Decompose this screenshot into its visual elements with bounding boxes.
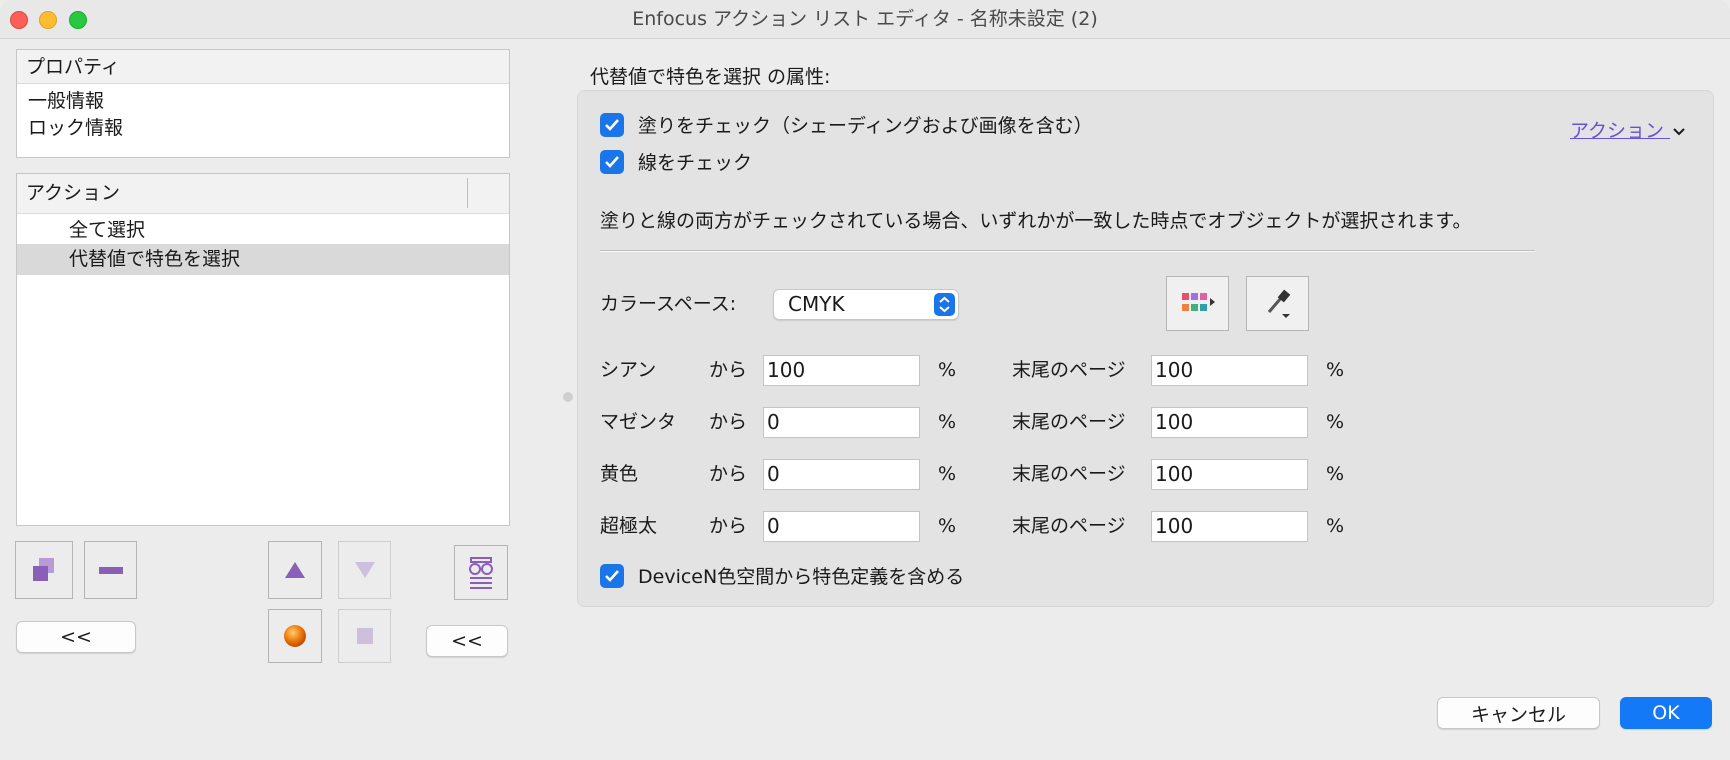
collapse-right-button[interactable]: << bbox=[426, 625, 508, 657]
select-arrows-icon bbox=[934, 293, 955, 316]
duplicate-icon bbox=[33, 558, 54, 581]
duplicate-action-button[interactable] bbox=[15, 541, 73, 599]
stop-square-icon bbox=[356, 628, 373, 644]
percent-label: % bbox=[938, 463, 957, 485]
black-to-input[interactable]: 100 bbox=[1151, 511, 1308, 542]
checkmark-icon bbox=[605, 118, 619, 131]
properties-panel: プロパティ 一般情報 ロック情報 bbox=[16, 49, 510, 158]
percent-label: % bbox=[1326, 411, 1345, 433]
match-note: 塗りと線の両方がチェックされている場合、いずれかが一致した時点でオブジェクトが選… bbox=[600, 210, 1472, 232]
percent-label: % bbox=[1326, 515, 1345, 537]
color-space-value: CMYK bbox=[788, 292, 845, 316]
action-item-select-spot-alternate[interactable]: 代替値で特色を選択 bbox=[17, 244, 509, 275]
action-item-select-all[interactable]: 全て選択 bbox=[17, 215, 509, 246]
from-label: から bbox=[709, 359, 748, 381]
action-list-editor-window: Enfocus アクション リスト エディタ - 名称未設定 (2) プロパティ… bbox=[0, 0, 1730, 760]
triangle-down-icon bbox=[354, 562, 375, 578]
record-button[interactable] bbox=[268, 609, 322, 663]
to-label: 末尾のページ bbox=[1012, 411, 1126, 433]
to-label: 末尾のページ bbox=[1012, 359, 1126, 381]
fill-checkbox[interactable] bbox=[600, 112, 624, 137]
fill-check-row: 塗りをチェック（シェーディングおよび画像を含む） bbox=[600, 111, 1093, 138]
color-space-select[interactable]: CMYK bbox=[773, 289, 959, 320]
devicen-check-row: DeviceN色空間から特色定義を含める bbox=[600, 562, 964, 589]
collapse-left-button[interactable]: << bbox=[16, 621, 136, 653]
property-general-info[interactable]: 一般情報 bbox=[28, 86, 104, 113]
cyan-to-input[interactable]: 100 bbox=[1151, 355, 1308, 386]
ink-name-yellow: 黄色 bbox=[600, 463, 639, 485]
devicen-check-label: DeviceN色空間から特色定義を含める bbox=[638, 566, 965, 588]
black-from-input[interactable]: 0 bbox=[763, 511, 920, 542]
property-lock-info[interactable]: ロック情報 bbox=[28, 113, 123, 140]
glasses-document-icon bbox=[469, 556, 493, 589]
percent-label: % bbox=[938, 515, 957, 537]
stroke-check-row: 線をチェック bbox=[600, 148, 752, 175]
to-label: 末尾のページ bbox=[1012, 515, 1126, 537]
ink-name-black: 超極太 bbox=[600, 515, 658, 537]
header-column-divider bbox=[467, 178, 468, 208]
ok-button[interactable]: OK bbox=[1620, 697, 1712, 729]
swatches-icon bbox=[1181, 292, 1215, 311]
from-label: から bbox=[709, 515, 748, 537]
from-label: から bbox=[709, 463, 748, 485]
color-space-label: カラースペース: bbox=[600, 293, 737, 315]
move-down-button[interactable] bbox=[338, 541, 391, 599]
yellow-from-input[interactable]: 0 bbox=[763, 459, 920, 490]
percent-label: % bbox=[938, 359, 957, 381]
cancel-button[interactable]: キャンセル bbox=[1437, 697, 1600, 729]
cyan-from-input[interactable]: 100 bbox=[763, 355, 920, 386]
action-menu-label: アクション bbox=[1570, 120, 1665, 142]
stop-button[interactable] bbox=[338, 609, 391, 663]
window-title: Enfocus アクション リスト エディタ - 名称未設定 (2) bbox=[632, 8, 1098, 30]
ink-name-cyan: シアン bbox=[600, 359, 657, 381]
swatch-picker-button[interactable] bbox=[1166, 276, 1229, 331]
eyedropper-icon bbox=[1267, 289, 1290, 318]
magenta-from-input[interactable]: 0 bbox=[763, 407, 920, 438]
split-view-handle[interactable] bbox=[563, 392, 573, 402]
minus-icon bbox=[98, 567, 123, 574]
stroke-check-label: 線をチェック bbox=[638, 152, 753, 174]
title-bar[interactable]: Enfocus アクション リスト エディタ - 名称未設定 (2) bbox=[0, 0, 1730, 39]
stroke-checkbox[interactable] bbox=[600, 149, 624, 174]
actions-panel: アクション 全て選択 代替値で特色を選択 bbox=[16, 173, 510, 526]
magenta-to-input[interactable]: 100 bbox=[1151, 407, 1308, 438]
checkmark-icon bbox=[605, 155, 619, 168]
action-menu-link[interactable]: アクション bbox=[1570, 116, 1686, 143]
actions-header: アクション bbox=[17, 174, 509, 214]
devicen-checkbox[interactable] bbox=[600, 563, 624, 588]
checkmark-icon bbox=[605, 569, 619, 582]
ink-name-magenta: マゼンタ bbox=[600, 411, 677, 433]
properties-header: プロパティ bbox=[17, 50, 509, 84]
chevron-down-icon bbox=[1673, 127, 1685, 135]
attributes-heading: 代替値で特色を選択 の属性: bbox=[590, 66, 831, 88]
triangle-up-icon bbox=[285, 562, 305, 578]
action-info-button[interactable] bbox=[454, 545, 508, 600]
to-label: 末尾のページ bbox=[1012, 463, 1126, 485]
move-up-button[interactable] bbox=[268, 541, 322, 599]
percent-label: % bbox=[938, 411, 957, 433]
divider bbox=[600, 250, 1535, 251]
from-label: から bbox=[709, 411, 748, 433]
percent-label: % bbox=[1326, 463, 1345, 485]
eyedropper-button[interactable] bbox=[1246, 276, 1309, 331]
percent-label: % bbox=[1326, 359, 1345, 381]
remove-action-button[interactable] bbox=[84, 541, 137, 599]
yellow-to-input[interactable]: 100 bbox=[1151, 459, 1308, 490]
record-circle-icon bbox=[284, 625, 306, 647]
fill-check-label: 塗りをチェック（シェーディングおよび画像を含む） bbox=[638, 115, 1093, 137]
